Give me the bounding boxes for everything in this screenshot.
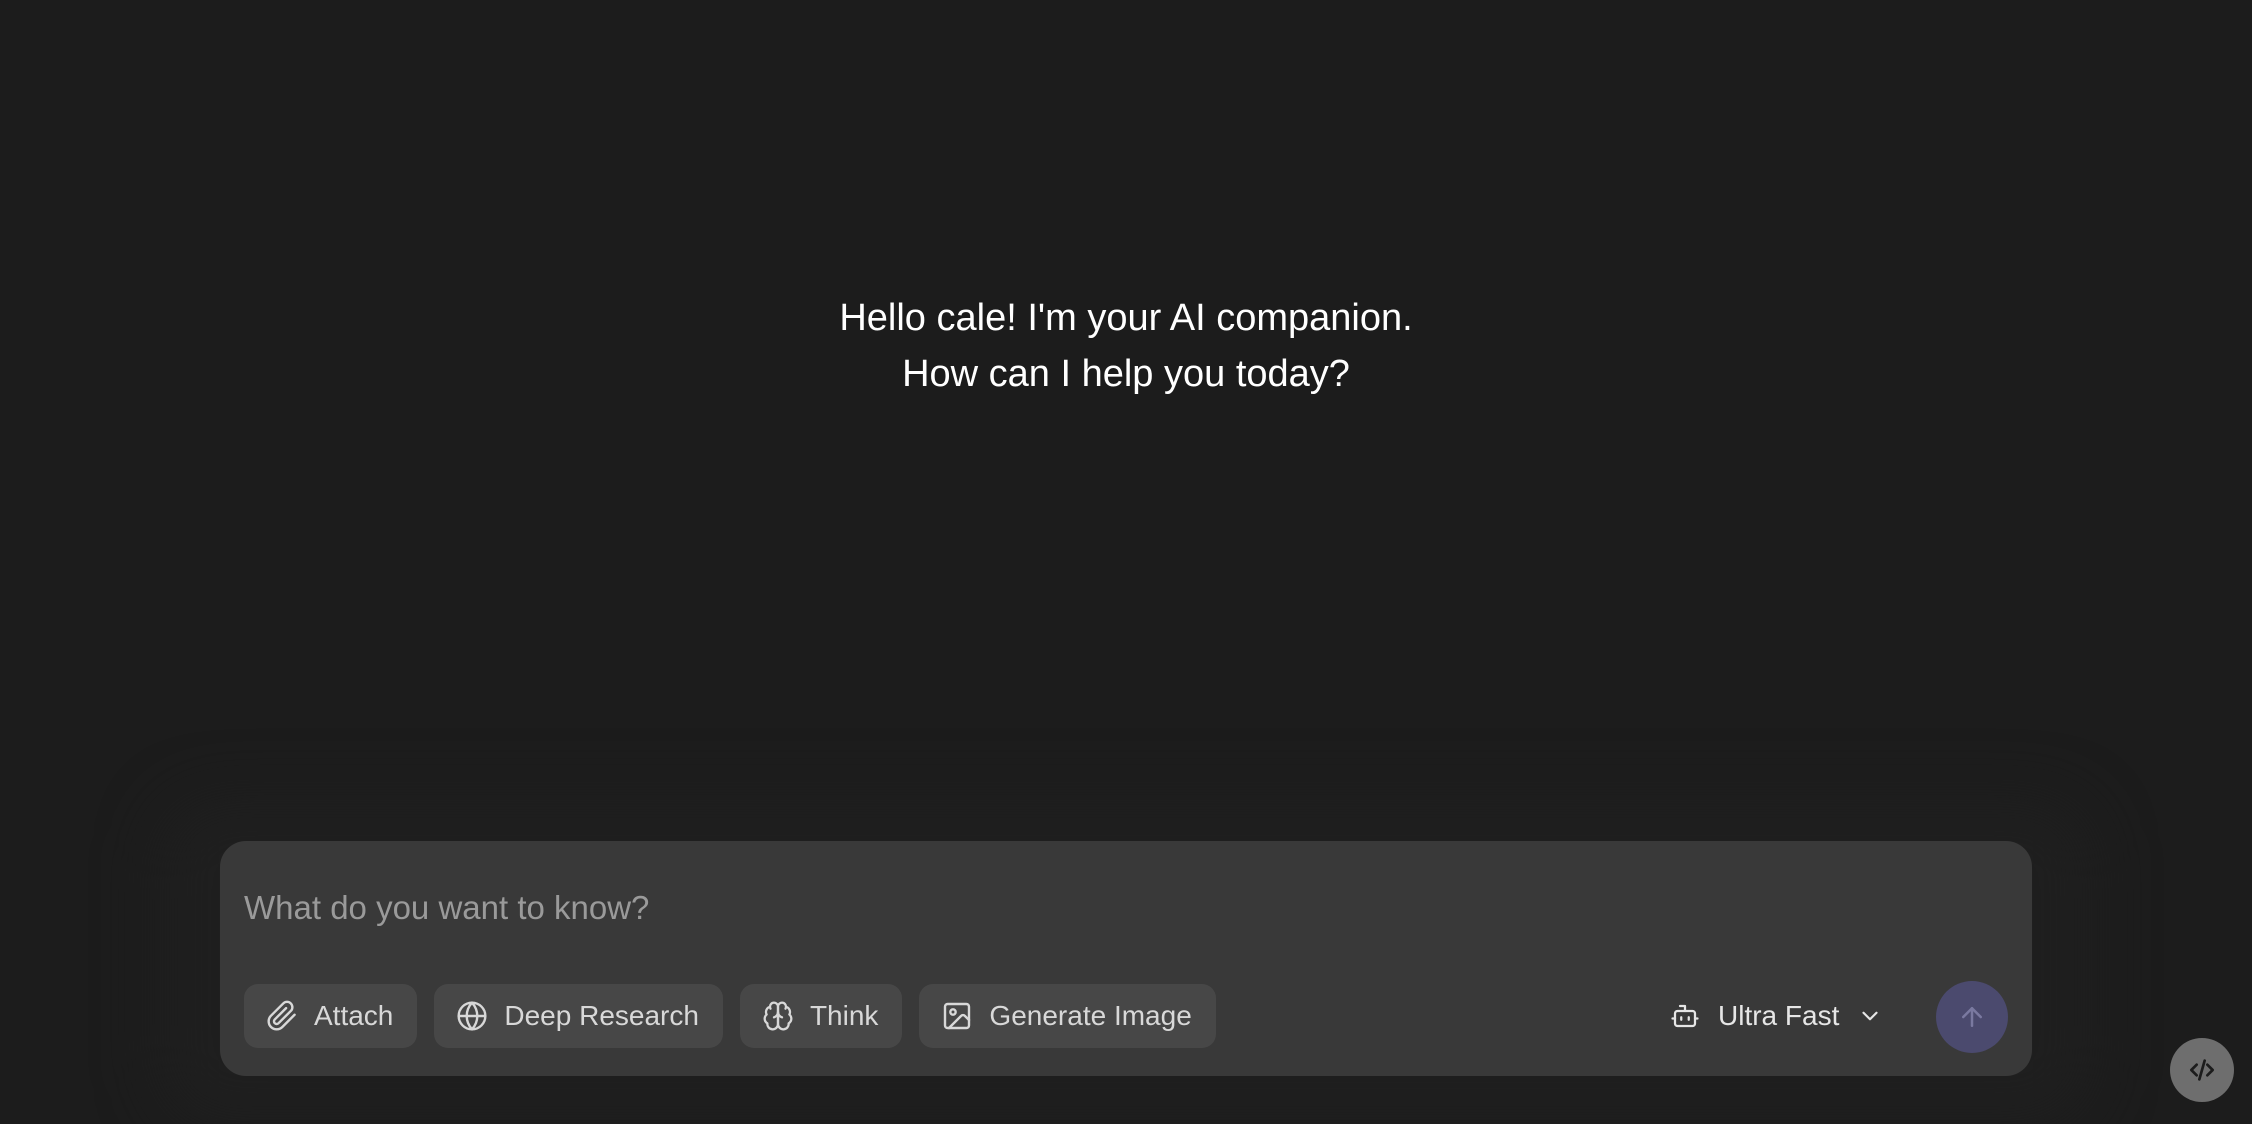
image-icon <box>941 1000 973 1032</box>
think-label: Think <box>809 1000 879 1031</box>
attach-label: Attach <box>314 1000 394 1031</box>
code-icon <box>2186 1054 2218 1086</box>
dev-tools-button[interactable] <box>2170 1038 2234 1102</box>
model-label: Ultra Fast <box>1718 1000 1840 1031</box>
chevron-down-icon <box>1857 1003 1883 1029</box>
deep-research-button[interactable]: Deep Research <box>434 984 723 1048</box>
prompt-input[interactable] <box>244 883 1944 933</box>
chat-page: Hello cale! I'm your AI companion. How c… <box>0 0 2252 1124</box>
robot-icon <box>1670 1001 1700 1031</box>
globe-icon <box>456 1000 488 1032</box>
send-button[interactable] <box>1936 981 2008 1053</box>
model-selector[interactable]: Ultra Fast <box>1670 984 1883 1048</box>
deep-research-label: Deep Research <box>504 1000 699 1031</box>
arrow-up-icon <box>1957 1002 1987 1032</box>
attach-button[interactable]: Attach <box>244 984 418 1048</box>
composer-toolbar: Attach Deep Research Think Generate Imag… <box>244 984 1216 1048</box>
think-button[interactable]: Think <box>739 984 903 1048</box>
paperclip-icon <box>266 1000 298 1032</box>
welcome-greeting: Hello cale! I'm your AI companion. How c… <box>0 290 2252 402</box>
greeting-line-2: How can I help you today? <box>902 353 1350 395</box>
brain-icon <box>762 1000 794 1032</box>
generate-image-label: Generate Image <box>989 1000 1192 1031</box>
generate-image-button[interactable]: Generate Image <box>919 984 1216 1048</box>
greeting-line-1: Hello cale! I'm your AI companion. <box>839 297 1413 339</box>
chat-composer: Attach Deep Research <box>220 841 2032 1076</box>
